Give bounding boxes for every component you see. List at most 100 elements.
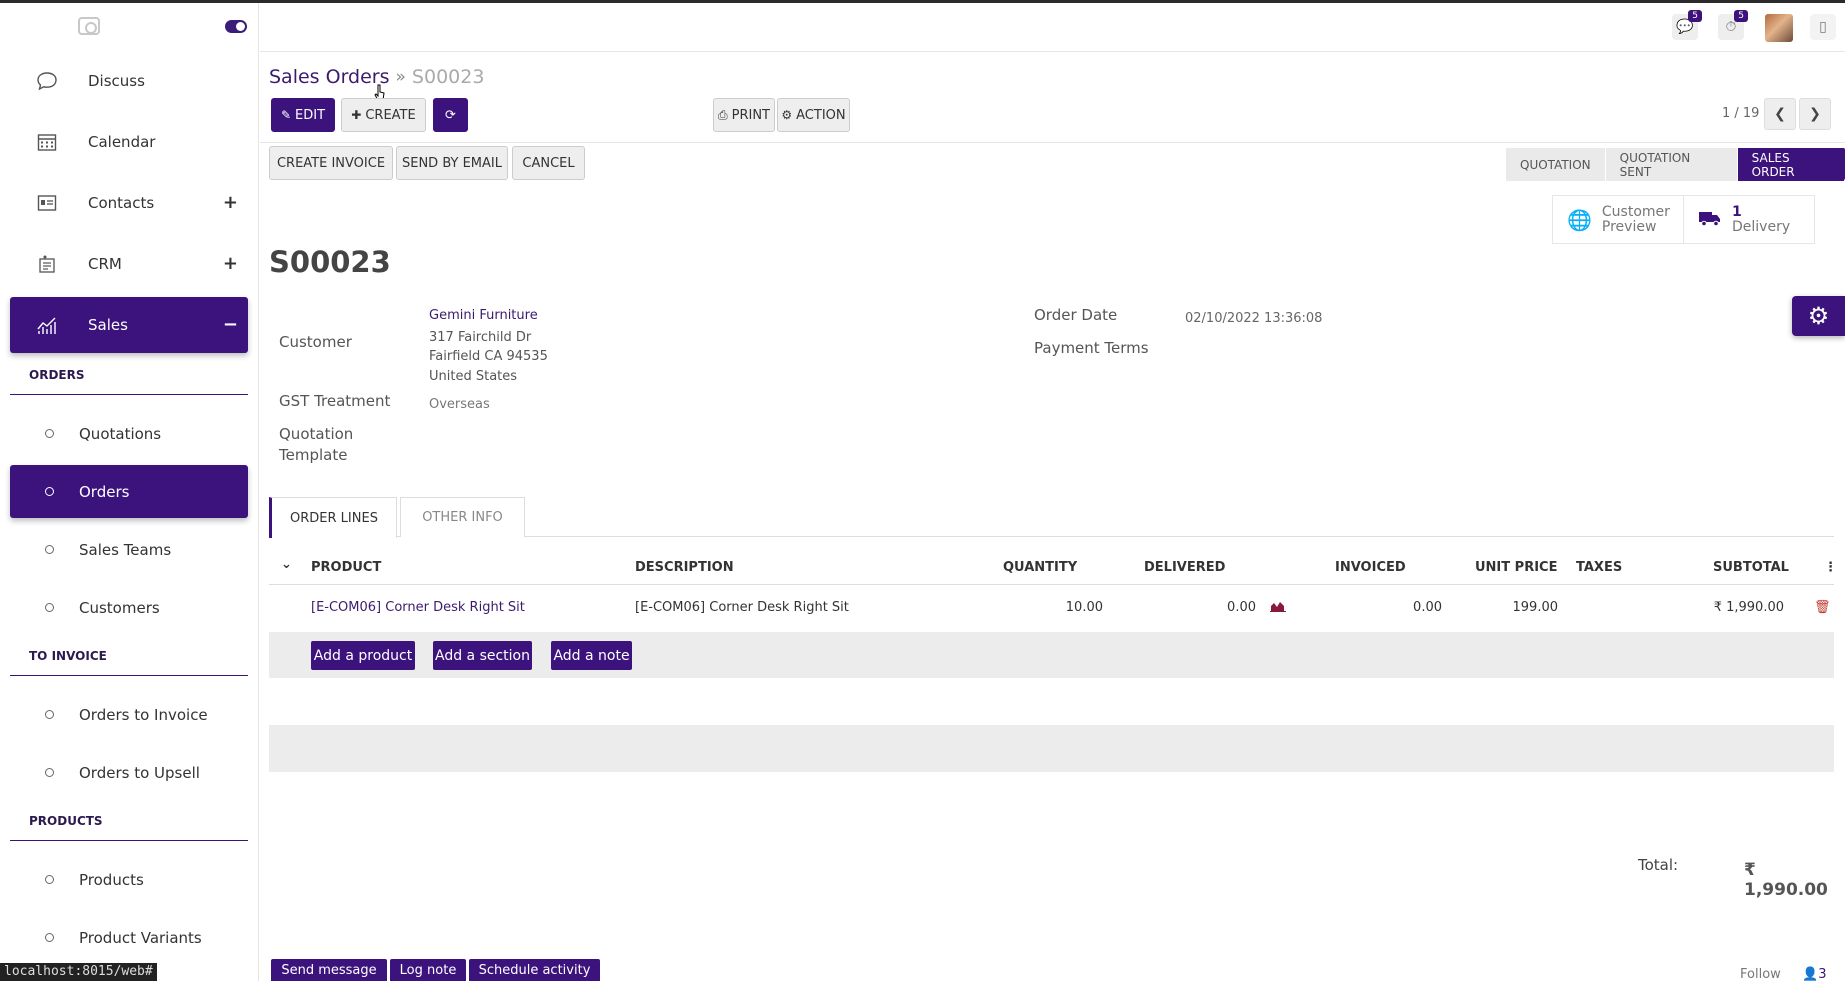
pager-previous-button[interactable]: ❮ (1764, 98, 1796, 130)
forecast-chart-icon[interactable] (1270, 600, 1286, 616)
refresh-button[interactable]: ⟳ (433, 98, 468, 132)
refresh-icon: ⟳ (445, 107, 456, 123)
topbar: 💬 5 ⏱ 5 ▯ (260, 3, 1845, 52)
customer-preview-button[interactable]: 🌐 Customer Preview (1552, 195, 1684, 244)
sidebar-item-orders[interactable]: Orders (10, 465, 248, 518)
tab-other-info[interactable]: OTHER INFO (400, 497, 525, 537)
edit-button[interactable]: ✎ EDIT (271, 98, 335, 132)
sidebar-item-products[interactable]: Products (10, 853, 248, 906)
column-options-icon[interactable]: ⋮ (1824, 560, 1837, 575)
column-delivered[interactable]: DELIVERED (1144, 560, 1225, 575)
sidebar-item-orders-to-upsell[interactable]: Orders to Upsell (10, 746, 248, 799)
preview-label-2: Preview (1601, 218, 1657, 235)
delivery-button[interactable]: 1 Delivery (1683, 195, 1815, 244)
quotation-template-label-2: Template (279, 446, 348, 464)
company-logo-icon (78, 17, 100, 35)
column-taxes[interactable]: TAXES (1576, 560, 1622, 575)
action-label: ACTION (796, 107, 846, 123)
cell-delivered[interactable]: 0.00 (1204, 600, 1256, 615)
create-invoice-label: CREATE INVOICE (276, 155, 386, 171)
sidebar-item-label: Sales Teams (79, 540, 172, 559)
gear-icon: ⚙ (781, 108, 793, 122)
column-unit-price[interactable]: UNIT PRICE (1475, 560, 1557, 575)
sidebar-app-label: Sales (88, 316, 128, 334)
cell-subtotal[interactable]: ₹ 1,990.00 (1677, 600, 1784, 615)
cell-product[interactable]: [E-COM06] Corner Desk Right Sit (311, 600, 525, 615)
building-icon: ▯ (1819, 19, 1827, 35)
column-description[interactable]: DESCRIPTION (635, 560, 734, 575)
create-label: CREATE (365, 107, 416, 123)
send-by-email-button[interactable]: SEND BY EMAIL (396, 146, 508, 180)
user-avatar[interactable] (1765, 14, 1793, 42)
cancel-label: CANCEL (522, 155, 575, 171)
sidebar-app-calendar[interactable]: Calendar (10, 114, 248, 170)
add-section-button[interactable]: Add a section (433, 641, 532, 670)
log-note-button[interactable]: Log note (390, 959, 466, 981)
gst-treatment-value[interactable]: Overseas (429, 397, 490, 412)
sidebar-item-label: Products (79, 870, 144, 889)
pager-value[interactable]: 1 / 19 (1722, 106, 1759, 121)
bullet-icon (45, 429, 54, 438)
section-divider (10, 840, 248, 841)
status-stages: QUOTATION QUOTATION SENT SALES ORDER (1506, 148, 1845, 181)
cell-unit-price[interactable]: 199.00 (1506, 600, 1559, 615)
section-divider (10, 394, 248, 395)
collapse-icon[interactable]: − (223, 314, 238, 335)
sidebar-item-sales-teams[interactable]: Sales Teams (10, 523, 248, 576)
stage-quotation[interactable]: QUOTATION (1506, 148, 1606, 181)
sidebar-item-customers[interactable]: Customers (10, 581, 248, 634)
print-button[interactable]: ⎙ PRINT (713, 98, 775, 132)
sidebar-app-label: Contacts (88, 194, 155, 212)
add-note-button[interactable]: Add a note (551, 641, 632, 670)
sidebar-app-contacts[interactable]: Contacts + (10, 175, 248, 231)
stage-quotation-sent[interactable]: QUOTATION SENT (1605, 148, 1738, 181)
customer-name-link[interactable]: Gemini Furniture (429, 308, 538, 323)
bullet-icon (45, 487, 54, 496)
sidebar-item-quotations[interactable]: Quotations (10, 407, 248, 460)
sidebar-toggle[interactable] (225, 20, 247, 33)
schedule-activity-button[interactable]: Schedule activity (469, 959, 600, 981)
cell-description[interactable]: [E-COM06] Corner Desk Right Sit (635, 600, 849, 615)
collapse-caret-icon[interactable]: ⌄ (281, 557, 292, 572)
sidebar-app-sales[interactable]: Sales − (10, 297, 248, 353)
sidebar-app-label: Discuss (88, 72, 145, 90)
plus-icon: ✚ (351, 108, 362, 122)
column-quantity[interactable]: QUANTITY (1003, 560, 1077, 575)
sidebar-app-crm[interactable]: CRM + (10, 236, 248, 292)
send-message-button[interactable]: Send message (271, 959, 387, 981)
cancel-button[interactable]: CANCEL (512, 146, 585, 180)
action-button[interactable]: ⚙ ACTION (777, 98, 850, 132)
cell-quantity[interactable]: 10.00 (1051, 600, 1103, 615)
tab-order-lines[interactable]: ORDER LINES (269, 497, 397, 538)
create-button[interactable]: ✚ CREATE (341, 98, 426, 132)
printer-icon: ⎙ (718, 107, 728, 122)
user-icon: 👤 (1802, 967, 1819, 982)
debug-button[interactable]: ▯ (1810, 14, 1836, 40)
cell-invoiced[interactable]: 0.00 (1390, 600, 1442, 615)
bullet-icon (45, 933, 54, 942)
trash-icon[interactable]: 🗑 (1814, 600, 1831, 615)
activity-button[interactable]: ⏱ 5 (1718, 10, 1748, 40)
add-product-button[interactable]: Add a product (311, 641, 415, 670)
chat-icon (36, 70, 58, 92)
table-row[interactable]: [E-COM06] Corner Desk Right Sit [E-COM06… (269, 590, 1834, 626)
create-invoice-button[interactable]: CREATE INVOICE (269, 146, 393, 180)
pager-next-button[interactable]: ❯ (1799, 98, 1831, 130)
globe-icon: 🌐 (1567, 207, 1592, 232)
breadcrumb-sales-orders[interactable]: Sales Orders (269, 66, 390, 88)
expand-icon[interactable]: + (223, 192, 238, 213)
followers-button[interactable]: 👤3 (1802, 967, 1826, 982)
follow-button[interactable]: Follow (1740, 967, 1781, 982)
messaging-button[interactable]: 💬 5 (1672, 10, 1702, 40)
sidebar-app-discuss[interactable]: Discuss (10, 53, 248, 109)
column-product[interactable]: PRODUCT (311, 560, 381, 575)
column-invoiced[interactable]: INVOICED (1335, 560, 1406, 575)
order-date-value[interactable]: 02/10/2022 13:36:08 (1185, 311, 1322, 326)
expand-icon[interactable]: + (223, 253, 238, 274)
column-subtotal[interactable]: SUBTOTAL (1713, 560, 1789, 575)
order-name-title: S00023 (269, 245, 391, 279)
sidebar-item-orders-to-invoice[interactable]: Orders to Invoice (10, 688, 248, 741)
stage-sales-order[interactable]: SALES ORDER (1737, 148, 1845, 181)
settings-gear-button[interactable]: ⚙ (1792, 296, 1845, 336)
sidebar-item-product-variants[interactable]: Product Variants (10, 911, 248, 964)
